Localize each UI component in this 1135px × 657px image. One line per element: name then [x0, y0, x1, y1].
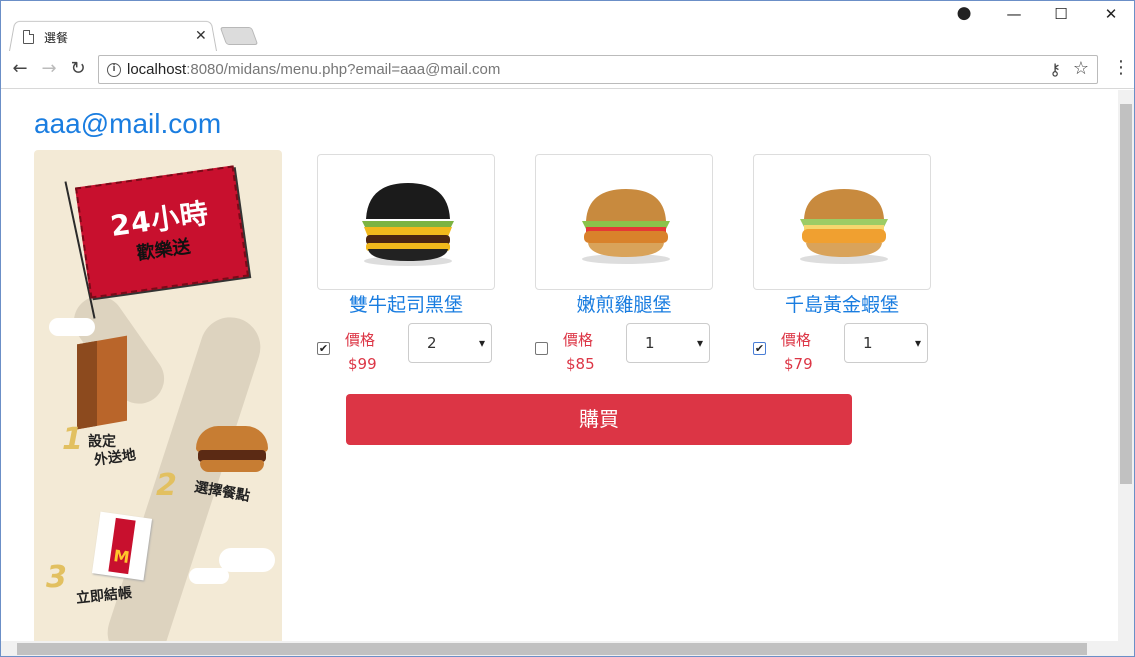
quantity-select[interactable]: 2	[408, 323, 492, 363]
product-card[interactable]	[535, 154, 713, 290]
quantity-select[interactable]: 1	[844, 323, 928, 363]
vertical-scroll-thumb[interactable]	[1120, 104, 1132, 484]
burger-bun-top	[196, 426, 268, 452]
horizontal-scrollbar[interactable]	[1, 641, 1134, 656]
cloud-icon	[189, 568, 229, 584]
product-card[interactable]	[317, 154, 495, 290]
address-bar[interactable]: i localhost:8080/midans/menu.php?email=a…	[98, 55, 1098, 84]
maximize-icon[interactable]: ☐	[1038, 5, 1084, 23]
price-block: 價格 $99	[345, 328, 377, 376]
step-number: 3	[46, 560, 67, 595]
burger-image	[362, 183, 454, 266]
product-checkbox[interactable]: ✔	[317, 342, 330, 355]
cloud-icon	[219, 548, 275, 572]
minimize-icon[interactable]: —	[991, 5, 1037, 23]
product-checkbox[interactable]	[535, 342, 548, 355]
burger-icon	[196, 426, 268, 474]
price-block: 價格 $79	[781, 328, 813, 376]
product-name[interactable]: 雙牛起司黑堡	[317, 290, 495, 317]
vertical-scrollbar[interactable]	[1118, 90, 1134, 641]
user-email: aaa@mail.com	[34, 108, 222, 139]
info-icon[interactable]: i	[107, 62, 121, 77]
step-number: 2	[156, 468, 177, 503]
burger-bun-bottom	[200, 460, 264, 472]
bag-logo: M	[112, 546, 131, 568]
burger-image	[800, 189, 888, 264]
buy-button[interactable]: 購買	[346, 394, 852, 445]
quantity-select[interactable]: 1	[626, 323, 710, 363]
page-viewport: aaa@mail.com 24小時 歡樂送 1 設定 外送地 2 選擇餐點 M …	[1, 90, 1118, 641]
reload-icon[interactable]: ↻	[67, 59, 89, 79]
tab-title: 選餐	[44, 30, 69, 45]
tab-close-icon[interactable]: ✕	[195, 28, 207, 44]
price-value: $79	[784, 355, 813, 373]
url-host: localhost	[127, 61, 187, 78]
close-icon[interactable]: ✕	[1088, 5, 1134, 23]
page-icon	[23, 30, 34, 44]
back-icon[interactable]: ←	[9, 59, 31, 79]
price-label: 價格	[345, 331, 376, 349]
price-value: $85	[566, 355, 595, 373]
product-checkbox[interactable]: ✔	[753, 342, 766, 355]
step-number: 1	[62, 422, 83, 457]
building-icon	[77, 335, 127, 430]
url-text[interactable]: localhost:8080/midans/menu.php?email=aaa…	[127, 61, 500, 78]
price-value: $99	[348, 355, 377, 373]
product-card[interactable]	[753, 154, 931, 290]
product-name[interactable]: 千島黃金蝦堡	[753, 290, 931, 317]
url-path: :8080/midans/menu.php?email=aaa@mail.com	[186, 61, 501, 78]
promo-flag: 24小時 歡樂送	[74, 165, 250, 299]
cloud-icon	[49, 318, 95, 336]
product-name[interactable]: 嫩煎雞腿堡	[535, 290, 713, 317]
tab-strip: 選餐 ✕ ● — ☐ ✕	[1, 1, 1134, 51]
profile-icon[interactable]: ●	[941, 3, 987, 23]
price-label: 價格	[781, 331, 812, 349]
browser-window: 選餐 ✕ ● — ☐ ✕ ← → ↻ i localhost:8080/mida…	[0, 0, 1135, 657]
delivery-bag-icon: M	[91, 511, 153, 581]
key-icon[interactable]: ⚷	[1049, 60, 1061, 79]
delivery-banner: 24小時 歡樂送 1 設定 外送地 2 選擇餐點 M 3 立即結帳	[34, 150, 282, 641]
new-tab-button[interactable]	[219, 27, 259, 45]
horizontal-scroll-thumb[interactable]	[17, 643, 1087, 655]
price-label: 價格	[563, 331, 594, 349]
burger-image	[582, 189, 670, 264]
browser-menu-icon[interactable]: ⋮	[1112, 59, 1130, 77]
tab-content[interactable]: 選餐	[23, 25, 213, 49]
step-label: 外送地	[93, 447, 137, 469]
price-block: 價格 $85	[563, 328, 595, 376]
browser-toolbar: ← → ↻ i localhost:8080/midans/menu.php?e…	[1, 51, 1134, 89]
bookmark-star-icon[interactable]: ☆	[1073, 58, 1089, 79]
step-label: 設定	[88, 434, 116, 450]
forward-icon[interactable]: →	[38, 59, 60, 79]
